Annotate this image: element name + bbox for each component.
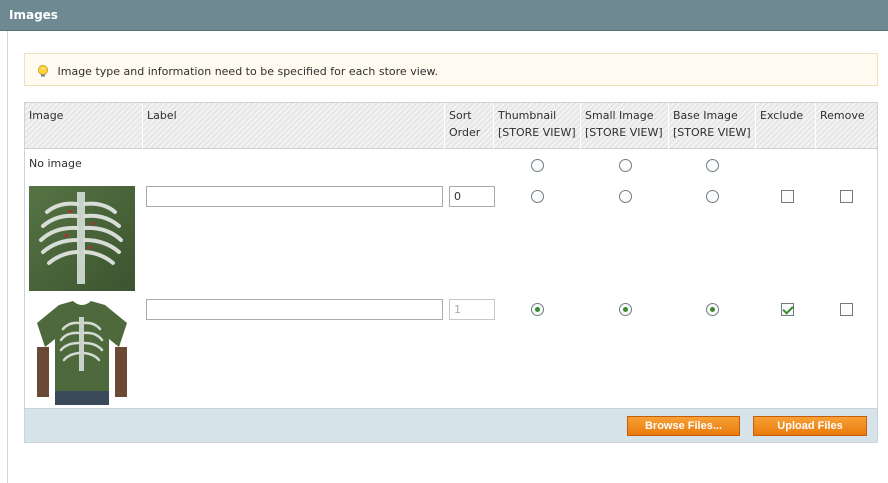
col-header-base-image: Base Image [STORE VIEW] bbox=[669, 103, 756, 149]
no-image-base-image-radio[interactable] bbox=[706, 159, 719, 172]
row1-thumbnail-radio[interactable] bbox=[531, 190, 544, 203]
row1-exclude-checkbox[interactable] bbox=[781, 190, 794, 203]
ribcage-print-image bbox=[29, 186, 135, 291]
row1-sort-order-input[interactable]: 0 bbox=[449, 186, 495, 207]
notice-text: Image type and information need to be sp… bbox=[57, 65, 439, 78]
lightbulb-icon bbox=[36, 64, 50, 78]
tshirt-photo-image bbox=[29, 299, 135, 405]
no-image-text: No image bbox=[29, 157, 82, 170]
col-header-exclude: Exclude bbox=[756, 103, 816, 149]
no-image-thumbnail-radio[interactable] bbox=[531, 159, 544, 172]
col-header-label: Label bbox=[143, 103, 445, 149]
row2-image bbox=[29, 299, 135, 405]
row1-base-image-radio[interactable] bbox=[706, 190, 719, 203]
col-header-image: Image bbox=[25, 103, 143, 149]
col-header-thumbnail: Thumbnail [STORE VIEW] bbox=[494, 103, 581, 149]
row2-base-image-radio[interactable] bbox=[706, 303, 719, 316]
grid-footer: Browse Files... Upload Files bbox=[25, 408, 877, 442]
col-header-sort-order: Sort Order bbox=[445, 103, 494, 149]
row1-image bbox=[29, 186, 135, 291]
row1-small-image-radio[interactable] bbox=[619, 190, 632, 203]
browse-files-button[interactable]: Browse Files... bbox=[627, 416, 740, 436]
row2-exclude-checkbox[interactable] bbox=[781, 303, 794, 316]
row2-thumbnail-radio[interactable] bbox=[531, 303, 544, 316]
panel-title: Images bbox=[9, 8, 58, 22]
row2-small-image-radio[interactable] bbox=[619, 303, 632, 316]
row2-label-input[interactable] bbox=[146, 299, 443, 320]
upload-files-button[interactable]: Upload Files bbox=[753, 416, 867, 436]
notice-box: Image type and information need to be sp… bbox=[24, 53, 878, 86]
images-grid: Image Label Sort Order Thumbnail [STORE VI… bbox=[24, 102, 878, 443]
row2-remove-checkbox[interactable] bbox=[840, 303, 853, 316]
row1-label-input[interactable] bbox=[146, 186, 443, 207]
col-header-small-image: Small Image [STORE VIEW] bbox=[581, 103, 669, 149]
col-header-remove: Remove bbox=[820, 109, 865, 122]
row2-sort-order-input[interactable]: 1 bbox=[449, 299, 495, 320]
grid-header: Image Label Sort Order Thumbnail [STORE VI… bbox=[25, 103, 877, 149]
images-panel-header: Images bbox=[0, 0, 888, 31]
row1-remove-checkbox[interactable] bbox=[840, 190, 853, 203]
images-panel-body: Image type and information need to be sp… bbox=[7, 31, 888, 483]
no-image-small-image-radio[interactable] bbox=[619, 159, 632, 172]
